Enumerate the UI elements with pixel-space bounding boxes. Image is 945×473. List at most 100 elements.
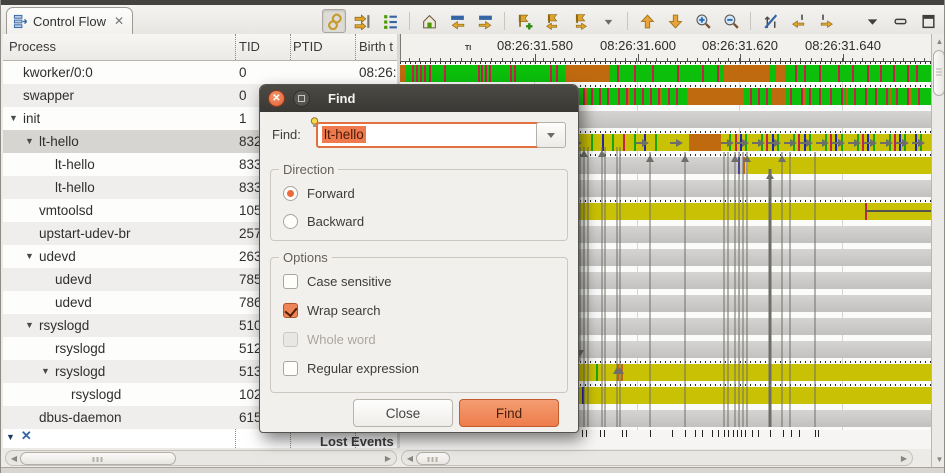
lost-event-tick	[626, 430, 627, 437]
find-button[interactable]: Find	[459, 399, 559, 427]
hide-arrows-icon[interactable]	[758, 9, 782, 33]
move-down-icon[interactable]	[663, 9, 687, 33]
checkbox-regular-expression[interactable]: Regular expression	[283, 361, 419, 376]
align-views-icon[interactable]	[322, 9, 346, 33]
find-history-dropdown[interactable]	[536, 122, 566, 148]
direction-group: Direction Forward Backward	[270, 169, 568, 241]
tab-control-flow[interactable]: Control Flow ✕	[6, 7, 133, 34]
process-name: lt-hello	[55, 176, 95, 199]
select-next-state-change-icon[interactable]	[473, 9, 497, 33]
select-prev-state-change-icon[interactable]	[445, 9, 469, 33]
lost-event-tick	[702, 430, 703, 437]
lost-event-tick	[695, 430, 696, 437]
state-segment	[772, 88, 786, 105]
scroll-down-icon[interactable]: ▼	[933, 453, 945, 466]
process-name: kworker/0:0	[23, 61, 93, 84]
event-arrow-icon	[918, 139, 925, 147]
process-name: vmtoolsd	[39, 199, 93, 222]
column-header-tid[interactable]: TID	[239, 39, 260, 54]
find-input[interactable]: lt-hello	[316, 122, 550, 148]
tree-row[interactable]: kworker/0:0008:26:	[3, 61, 397, 84]
checkbox-icon[interactable]	[283, 361, 298, 376]
close-window-icon[interactable]: ✕	[268, 90, 285, 107]
lost-event-tick	[718, 430, 719, 437]
zoom-out-icon[interactable]	[719, 9, 743, 33]
scroll-left-icon[interactable]: ◀	[404, 453, 416, 465]
reset-time-scale-icon[interactable]	[417, 9, 441, 33]
previous-marker-icon[interactable]	[540, 9, 564, 33]
scroll-thumb[interactable]	[20, 452, 176, 465]
scroll-right-icon[interactable]: ▶	[382, 453, 394, 465]
state-tick	[841, 88, 843, 105]
state-segment	[724, 65, 769, 82]
ruler-tick	[564, 58, 565, 61]
event-arrow-icon	[742, 139, 749, 147]
ruler-tick	[491, 58, 492, 61]
whole-word-label: Whole word	[307, 332, 376, 347]
view-menu-icon[interactable]	[860, 9, 884, 33]
state-tick	[514, 65, 516, 82]
direction-group-label: Direction	[279, 162, 338, 177]
state-tick	[416, 65, 418, 82]
lost-event-tick	[741, 430, 742, 437]
expander-icon[interactable]: ▼	[25, 314, 34, 337]
state-segment	[565, 65, 609, 82]
radio-icon[interactable]	[283, 214, 298, 229]
move-up-icon[interactable]	[635, 9, 659, 33]
maximize-icon[interactable]	[916, 9, 940, 33]
show-view-filters-icon[interactable]	[378, 9, 402, 33]
checkbox-icon[interactable]	[283, 303, 298, 318]
ruler-tick	[553, 58, 554, 61]
expander-icon[interactable]: ▼	[25, 130, 34, 153]
timegraph-hscrollbar[interactable]: ◀ ▶	[401, 450, 913, 466]
optimize-icon[interactable]	[350, 9, 374, 33]
expander-icon[interactable]: ▼	[25, 245, 34, 268]
scroll-up-icon[interactable]: ▲	[933, 35, 945, 48]
expander-icon[interactable]: ▼	[9, 107, 18, 130]
state-tick	[916, 65, 918, 82]
checkbox-case-sensitive[interactable]: Case sensitive	[283, 274, 392, 289]
scroll-thumb[interactable]	[933, 50, 945, 96]
scroll-right-icon[interactable]: ▶	[898, 453, 910, 465]
lost-event-tick	[712, 430, 713, 437]
radio-forward[interactable]: Forward	[283, 186, 355, 201]
state-tick	[556, 65, 558, 82]
ruler-tick	[430, 58, 431, 61]
timegraph-row[interactable]	[400, 62, 931, 85]
expander-icon[interactable]: ▼	[41, 360, 50, 383]
zoom-in-icon[interactable]	[691, 9, 715, 33]
scroll-thumb[interactable]	[416, 452, 450, 465]
x-icon[interactable]: ✕	[21, 428, 32, 443]
column-header-process[interactable]: Process	[9, 39, 56, 54]
lost-event-tick	[752, 430, 753, 437]
dialog-titlebar[interactable]: ✕ Find	[260, 85, 578, 112]
maximize-window-icon[interactable]	[293, 90, 310, 107]
column-header-birth-t[interactable]: Birth t	[359, 39, 393, 54]
view-tab-bar: Control Flow ✕	[1, 5, 945, 34]
column-header-ptid[interactable]: PTID	[293, 39, 323, 54]
tree-hscrollbar[interactable]: ◀ ▶	[5, 450, 397, 466]
close-button[interactable]: Close	[353, 399, 453, 427]
tab-close-icon[interactable]: ✕	[114, 14, 124, 28]
ruler-tick	[646, 58, 647, 61]
scroll-left-icon[interactable]: ◀	[8, 453, 20, 465]
event-arrow-icon	[727, 139, 734, 147]
minimize-icon[interactable]	[888, 9, 912, 33]
ruler-tick	[862, 58, 863, 61]
radio-icon[interactable]	[283, 186, 298, 201]
follow-backward-icon[interactable]	[786, 9, 810, 33]
triangle-down-icon[interactable]: ▼	[6, 432, 15, 442]
follow-forward-icon[interactable]	[814, 9, 838, 33]
state-tick	[550, 65, 552, 82]
lost-event-tick	[604, 430, 605, 437]
dropdown-icon[interactable]	[596, 9, 620, 33]
radio-backward[interactable]: Backward	[283, 214, 364, 229]
checkbox-wrap-search[interactable]: Wrap search	[283, 303, 380, 318]
ruler-tick	[584, 58, 585, 61]
timegraph-vscrollbar[interactable]: ▲ ▼	[931, 34, 945, 467]
state-tick	[602, 134, 604, 151]
time-ruler[interactable]: 08:26:31.58008:26:31.60008:26:31.62008:2…	[400, 34, 931, 62]
checkbox-icon[interactable]	[283, 274, 298, 289]
next-marker-icon[interactable]	[568, 9, 592, 33]
add-bookmark-icon[interactable]	[512, 9, 536, 33]
